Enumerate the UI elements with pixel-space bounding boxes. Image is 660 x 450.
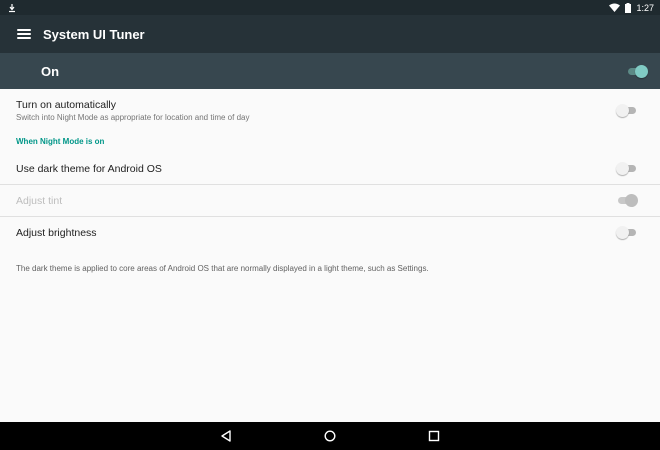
app-title: System UI Tuner (43, 26, 145, 42)
navigation-bar (0, 422, 660, 450)
adjust-brightness-title: Adjust brightness (16, 226, 97, 239)
status-time: 1:27 (636, 2, 654, 13)
turn-on-automatically-toggle[interactable] (616, 103, 638, 117)
hamburger-menu-icon[interactable] (17, 29, 31, 39)
turn-on-automatically-summary: Switch into Night Mode as appropriate fo… (16, 112, 250, 122)
dark-theme-row[interactable]: Use dark theme for Android OS (0, 153, 660, 184)
app-bar: System UI Tuner (0, 15, 660, 53)
adjust-tint-title: Adjust tint (16, 194, 63, 207)
master-switch-label: On (41, 63, 60, 79)
turn-on-automatically-title: Turn on automatically (16, 98, 116, 111)
footer-description: The dark theme is applied to core areas … (16, 264, 429, 273)
back-button[interactable] (214, 422, 238, 450)
wifi-icon (609, 3, 621, 12)
home-icon (324, 430, 336, 442)
back-icon (221, 430, 231, 442)
home-button[interactable] (318, 422, 342, 450)
turn-on-automatically-row[interactable]: Turn on automatically Switch into Night … (0, 89, 660, 131)
adjust-tint-row: Adjust tint (0, 185, 660, 216)
section-header: When Night Mode is on (16, 137, 105, 146)
adjust-brightness-row[interactable]: Adjust brightness (0, 217, 660, 248)
status-bar: 1:27 (0, 0, 660, 15)
master-switch-bar[interactable]: On (0, 53, 660, 89)
master-switch-toggle[interactable] (626, 64, 648, 78)
adjust-tint-toggle (616, 194, 638, 207)
dark-theme-title: Use dark theme for Android OS (16, 162, 162, 175)
download-notification-icon (9, 3, 15, 12)
recents-button[interactable] (422, 422, 446, 450)
dark-theme-toggle[interactable] (616, 162, 638, 175)
battery-icon (625, 2, 632, 13)
settings-list: Turn on automatically Switch into Night … (0, 89, 660, 273)
adjust-brightness-toggle[interactable] (616, 226, 638, 239)
recents-icon (428, 430, 440, 442)
